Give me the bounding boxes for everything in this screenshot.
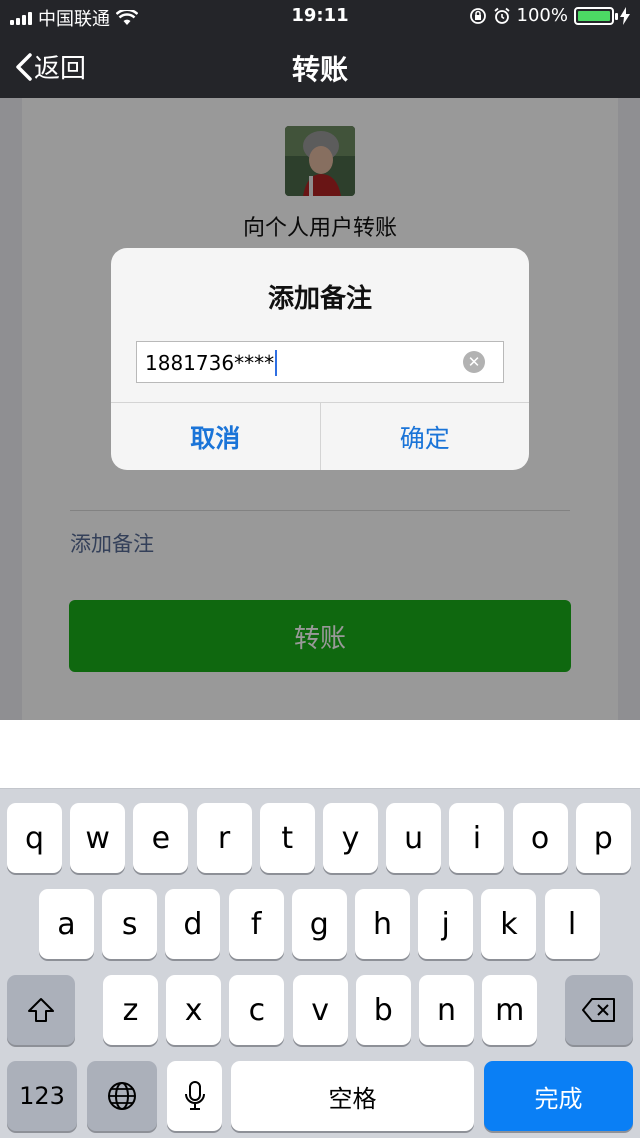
- charging-icon: [620, 6, 630, 25]
- key-e[interactable]: e: [133, 803, 189, 873]
- key-s[interactable]: s: [102, 889, 158, 959]
- battery-icon: [574, 6, 618, 25]
- key-n[interactable]: n: [419, 975, 474, 1045]
- remark-input[interactable]: 1881736**** ✕: [136, 341, 504, 383]
- microphone-icon: [184, 1081, 205, 1110]
- status-bar: 中国联通 19:11 100%: [0, 0, 640, 34]
- key-v[interactable]: v: [292, 975, 348, 1045]
- key-c[interactable]: c: [229, 975, 285, 1045]
- globe-icon: [108, 1082, 136, 1110]
- page-title: 转账: [291, 53, 348, 86]
- key-y[interactable]: y: [323, 803, 378, 873]
- key-o[interactable]: o: [512, 803, 568, 873]
- key-f[interactable]: f: [228, 889, 284, 959]
- confirm-button[interactable]: 确定: [321, 403, 530, 470]
- shift-icon: [28, 998, 54, 1022]
- battery-percent: 100%: [516, 5, 568, 26]
- key-x[interactable]: x: [166, 975, 222, 1045]
- navigation-bar: 返回 转账: [0, 34, 640, 98]
- key-t[interactable]: t: [259, 803, 315, 873]
- key-p[interactable]: p: [575, 803, 631, 873]
- clear-input-icon[interactable]: ✕: [463, 351, 485, 373]
- space-key[interactable]: 空格: [231, 1061, 474, 1131]
- keyboard: qwertyuiop asdfghjkl zxcvbnm 123 空格 完成: [0, 788, 640, 1138]
- key-w[interactable]: w: [70, 803, 126, 873]
- key-j[interactable]: j: [418, 889, 474, 959]
- key-z[interactable]: z: [103, 975, 158, 1045]
- shift-key[interactable]: [7, 975, 75, 1045]
- key-i[interactable]: i: [449, 803, 505, 873]
- key-h[interactable]: h: [355, 889, 410, 959]
- globe-key[interactable]: [87, 1061, 157, 1131]
- key-k[interactable]: k: [481, 889, 537, 959]
- numbers-key[interactable]: 123: [7, 1061, 77, 1131]
- keyboard-accessory-area: [0, 720, 640, 788]
- orientation-lock-icon: [469, 7, 486, 24]
- key-d[interactable]: d: [165, 889, 221, 959]
- remark-input-value: 1881736****: [145, 351, 275, 375]
- dialog-title: 添加备注: [267, 284, 372, 314]
- cancel-button[interactable]: 取消: [111, 403, 321, 470]
- backspace-icon: [582, 998, 615, 1022]
- delete-key[interactable]: [565, 975, 633, 1045]
- dictation-key[interactable]: [167, 1061, 222, 1131]
- key-b[interactable]: b: [355, 975, 411, 1045]
- key-m[interactable]: m: [482, 975, 538, 1045]
- done-key[interactable]: 完成: [484, 1061, 633, 1131]
- key-a[interactable]: a: [39, 889, 94, 959]
- key-l[interactable]: l: [544, 889, 600, 959]
- alarm-icon: [493, 7, 510, 24]
- key-q[interactable]: q: [7, 803, 62, 873]
- key-g[interactable]: g: [291, 889, 347, 959]
- key-u[interactable]: u: [386, 803, 442, 873]
- key-r[interactable]: r: [196, 803, 252, 873]
- add-remark-dialog: 添加备注 1881736**** ✕ 取消 确定: [111, 248, 529, 470]
- text-cursor: [275, 350, 278, 376]
